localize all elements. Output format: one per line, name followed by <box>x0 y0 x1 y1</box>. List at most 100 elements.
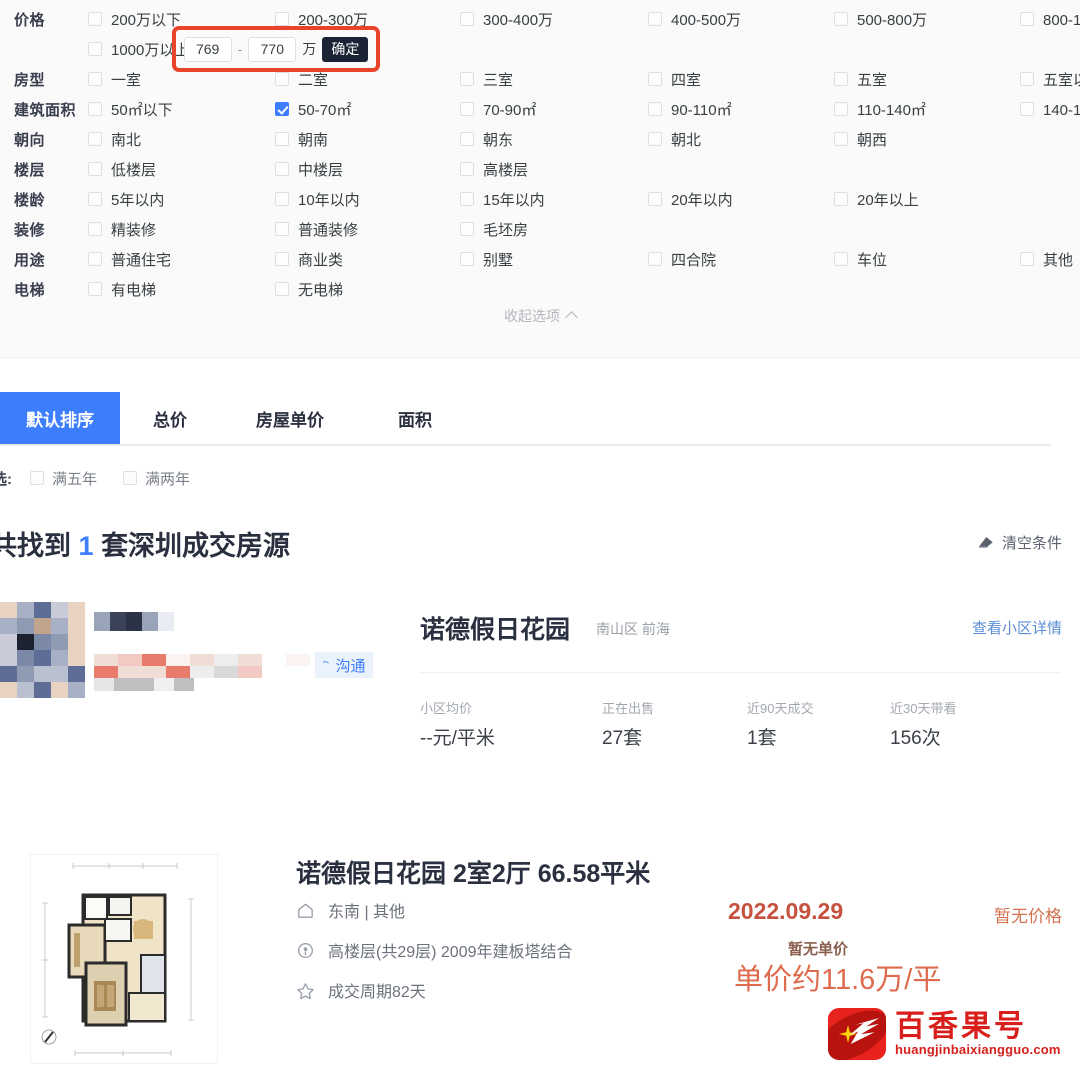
filter-option[interactable]: 普通装修 <box>275 214 358 244</box>
checkbox-icon[interactable] <box>834 132 848 146</box>
community-name[interactable]: 诺德假日花园 <box>420 610 570 646</box>
floorplan-thumbnail[interactable] <box>30 854 218 1064</box>
checkbox-icon[interactable] <box>834 252 848 266</box>
filter-option[interactable]: 110-140㎡ <box>834 94 926 124</box>
checkbox-icon[interactable] <box>460 222 474 236</box>
checkbox-icon[interactable] <box>1020 102 1034 116</box>
filter-option[interactable]: 车位 <box>834 244 887 274</box>
checkbox-icon[interactable] <box>834 192 848 206</box>
checkbox-checked-icon[interactable] <box>275 102 289 116</box>
checkbox-icon[interactable] <box>275 222 289 236</box>
checkbox-icon[interactable] <box>275 162 289 176</box>
filter-option[interactable]: 高楼层 <box>460 154 528 184</box>
filter-option[interactable]: 南北 <box>88 124 141 154</box>
checkbox-icon[interactable] <box>834 72 848 86</box>
filter-option[interactable]: 400-500万 <box>648 4 741 34</box>
filter-option[interactable]: 200万以下 <box>88 4 181 34</box>
sort-tab[interactable]: 房屋单价 <box>220 392 360 444</box>
filter-option[interactable]: 朝东 <box>460 124 513 154</box>
filter-option[interactable]: 有电梯 <box>88 274 156 304</box>
checkbox-icon[interactable] <box>460 102 474 116</box>
filter-option[interactable]: 800-1000万 <box>1020 4 1080 34</box>
checkbox-icon[interactable] <box>88 72 102 86</box>
checkbox-icon[interactable] <box>460 132 474 146</box>
checkbox-icon[interactable] <box>834 12 848 26</box>
checkbox-icon[interactable] <box>88 132 102 146</box>
checkbox-icon[interactable] <box>1020 12 1034 26</box>
checkbox-icon[interactable] <box>460 12 474 26</box>
checkbox-icon[interactable] <box>275 72 289 86</box>
filter-option[interactable]: 低楼层 <box>88 154 156 184</box>
checkbox-icon[interactable] <box>88 12 102 26</box>
collapse-options-button[interactable]: 收起选项 <box>0 306 1080 326</box>
filter-option[interactable]: 20年以内 <box>648 184 733 214</box>
filter-option[interactable]: 90-110㎡ <box>648 94 732 124</box>
filter-option[interactable]: 朝西 <box>834 124 887 154</box>
checkbox-icon[interactable] <box>648 192 662 206</box>
checkbox-icon[interactable] <box>88 42 102 56</box>
filter-option[interactable]: 四室 <box>648 64 701 94</box>
community-detail-link[interactable]: 查看小区详情 <box>972 617 1062 638</box>
subfilter-option[interactable]: 满五年 <box>30 468 97 489</box>
filter-option[interactable]: 其他 <box>1020 244 1073 274</box>
sort-tab[interactable]: 面积 <box>360 392 470 444</box>
filter-option[interactable]: 五室以上 <box>1020 64 1080 94</box>
sort-tab[interactable]: 默认排序 <box>0 392 120 444</box>
checkbox-icon[interactable] <box>648 102 662 116</box>
filter-option[interactable]: 300-400万 <box>460 4 553 34</box>
filter-option[interactable]: 朝北 <box>648 124 701 154</box>
checkbox-icon[interactable] <box>88 192 102 206</box>
checkbox-icon[interactable] <box>275 192 289 206</box>
checkbox-icon[interactable] <box>648 12 662 26</box>
filter-option[interactable]: 50-70㎡ <box>275 94 351 124</box>
filter-option[interactable]: 四合院 <box>648 244 716 274</box>
filter-option[interactable]: 三室 <box>460 64 513 94</box>
filter-option[interactable]: 500-800万 <box>834 4 927 34</box>
checkbox-icon[interactable] <box>648 72 662 86</box>
checkbox-icon[interactable] <box>88 252 102 266</box>
filter-option[interactable]: 140-170㎡ <box>1020 94 1080 124</box>
filter-option[interactable]: 精装修 <box>88 214 156 244</box>
filter-option[interactable]: 15年以内 <box>460 184 545 214</box>
checkbox-icon[interactable] <box>1020 72 1034 86</box>
price-confirm-button[interactable]: 确定 <box>322 36 369 62</box>
filter-option[interactable]: 10年以内 <box>275 184 360 214</box>
filter-option[interactable]: 普通住宅 <box>88 244 171 274</box>
checkbox-icon[interactable] <box>460 72 474 86</box>
chat-button[interactable]: 沟通 <box>315 652 373 678</box>
checkbox-icon[interactable] <box>275 282 289 296</box>
checkbox-icon[interactable] <box>648 252 662 266</box>
checkbox-icon[interactable] <box>275 12 289 26</box>
price-min-input[interactable]: 769 <box>183 36 232 62</box>
checkbox-icon[interactable] <box>1020 252 1034 266</box>
checkbox-icon[interactable] <box>88 102 102 116</box>
checkbox-icon[interactable] <box>30 471 44 485</box>
subfilter-option[interactable]: 满两年 <box>123 468 190 489</box>
filter-option[interactable]: 50㎡以下 <box>88 94 173 124</box>
filter-option[interactable]: 20年以上 <box>834 184 919 214</box>
filter-option[interactable]: 五室 <box>834 64 887 94</box>
listing-title[interactable]: 诺德假日花园 2室2厅 66.58平米 <box>296 854 650 890</box>
filter-option[interactable]: 中楼层 <box>275 154 343 184</box>
filter-option[interactable]: 毛坯房 <box>460 214 528 244</box>
filter-option[interactable]: 商业类 <box>275 244 343 274</box>
checkbox-icon[interactable] <box>275 252 289 266</box>
price-max-input[interactable]: 770 <box>248 36 297 62</box>
checkbox-icon[interactable] <box>460 162 474 176</box>
checkbox-icon[interactable] <box>648 132 662 146</box>
sort-tab[interactable]: 总价 <box>120 392 220 444</box>
filter-option[interactable]: 朝南 <box>275 124 328 154</box>
checkbox-icon[interactable] <box>834 102 848 116</box>
filter-option[interactable]: 别墅 <box>460 244 513 274</box>
checkbox-icon[interactable] <box>275 132 289 146</box>
filter-option[interactable]: 一室 <box>88 64 141 94</box>
checkbox-icon[interactable] <box>88 222 102 236</box>
checkbox-icon[interactable] <box>88 282 102 296</box>
checkbox-icon[interactable] <box>460 192 474 206</box>
clear-conditions-button[interactable]: 清空条件 <box>976 532 1062 553</box>
filter-option[interactable]: 5年以内 <box>88 184 164 214</box>
checkbox-icon[interactable] <box>460 252 474 266</box>
checkbox-icon[interactable] <box>123 471 138 485</box>
filter-option[interactable]: 70-90㎡ <box>460 94 536 124</box>
checkbox-icon[interactable] <box>88 162 102 176</box>
